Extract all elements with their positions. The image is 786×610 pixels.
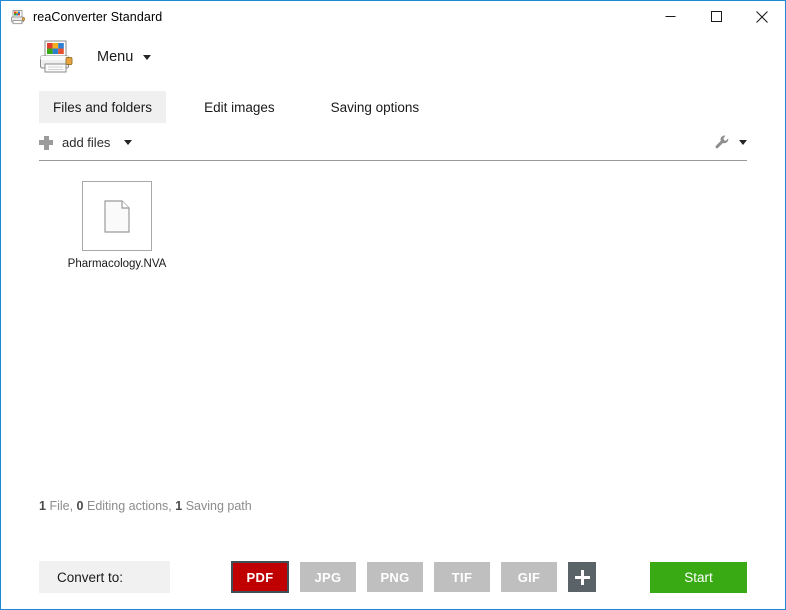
add-format-button[interactable] [568,562,596,592]
status-files-label: File, [49,499,74,513]
toolbar-settings[interactable] [714,134,747,151]
generic-document-icon [104,199,130,233]
file-list-area[interactable]: Pharmacology.NVA [39,161,747,491]
start-button[interactable]: Start [650,561,747,593]
add-files-button[interactable]: add files [39,131,133,155]
tab-edit-images[interactable]: Edit images [190,91,289,123]
chevron-down-icon[interactable] [739,140,747,145]
status-actions-count: 0 [76,499,84,513]
tab-bar: Files and folders Edit images Saving opt… [1,91,785,123]
wrench-icon[interactable] [714,134,731,151]
convert-to-label: Convert to: [39,561,170,593]
format-button-gif[interactable]: GIF [501,562,557,592]
status-actions-label: Editing actions, [86,499,172,513]
application-window: reaConverter Standard Menu Files and fol… [0,0,786,610]
minimize-button[interactable] [647,1,693,32]
format-button-pdf[interactable]: PDF [231,561,289,593]
app-icon [10,9,26,25]
format-buttons-group: PDF JPG PNG TIF GIF [231,561,596,593]
title-bar: reaConverter Standard [1,1,785,32]
status-files-count: 1 [39,499,46,513]
file-name-label: Pharmacology.NVA [67,258,167,270]
status-summary: 1 File, 0 Editing actions, 1 Saving path [39,491,747,513]
chevron-down-icon[interactable] [124,140,133,145]
tab-saving-options[interactable]: Saving options [317,91,434,123]
status-paths-label: Saving path [185,499,252,513]
chevron-down-icon[interactable] [143,54,152,60]
format-button-png[interactable]: PNG [367,562,423,592]
bottom-bar: Convert to: PDF JPG PNG TIF GIF Start [1,561,785,593]
maximize-button[interactable] [693,1,739,32]
list-item[interactable]: Pharmacology.NVA [67,181,167,270]
menu-bar: Menu [1,32,785,82]
window-title: reaConverter Standard [33,9,163,24]
format-button-jpg[interactable]: JPG [300,562,356,592]
status-paths-count: 1 [175,499,183,513]
files-toolbar: add files [39,125,747,161]
window-controls [647,1,785,32]
close-button[interactable] [739,1,785,32]
file-thumbnail[interactable] [82,181,152,251]
menu-label[interactable]: Menu [97,49,133,65]
format-button-tif[interactable]: TIF [434,562,490,592]
plus-icon [39,135,53,150]
tab-files-and-folders[interactable]: Files and folders [39,91,167,123]
printer-converter-logo-icon[interactable] [37,38,75,76]
add-files-label: add files [62,135,111,150]
